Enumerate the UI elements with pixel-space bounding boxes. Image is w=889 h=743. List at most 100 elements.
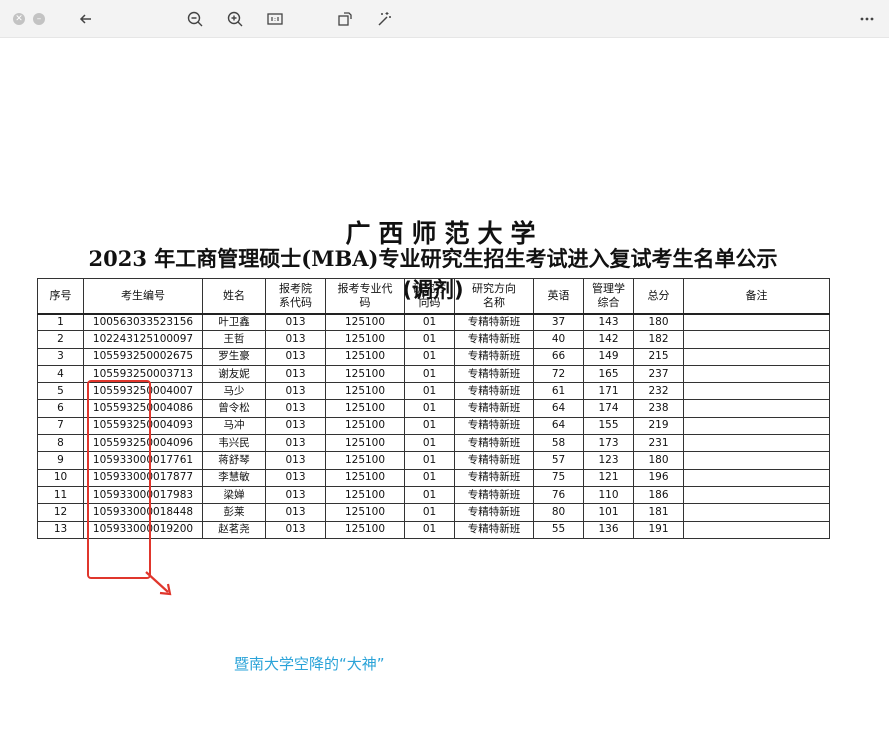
table-cell: 01: [404, 347, 455, 366]
actual-size-icon[interactable]: [265, 9, 285, 29]
table-cell: [683, 399, 830, 418]
close-icon[interactable]: ✕: [13, 13, 25, 25]
list-title: 2023 年工商管理硕士(MBA)专业研究生招生考试进入复试考生名单公示: [88, 246, 778, 271]
table-cell: 专精特新班: [454, 416, 534, 436]
table-row: 2 102243125100097 王哲 013 125100 01 专精特新班 40 142 1…: [37, 330, 830, 349]
table-cell: 143: [583, 312, 634, 332]
table-cell: [683, 468, 830, 487]
table-cell: 191: [633, 520, 684, 539]
table-cell: [683, 485, 830, 505]
column-header: 报考专业代码: [325, 278, 405, 314]
table-cell: 专精特新班: [454, 503, 534, 522]
table-cell: 125100: [325, 364, 405, 384]
table-cell: 1: [37, 312, 84, 332]
table-cell: 174: [583, 399, 634, 418]
table-cell: 3: [37, 347, 84, 366]
more-icon[interactable]: [857, 9, 877, 29]
table-cell: 238: [633, 399, 684, 418]
table-cell: 125100: [325, 312, 405, 332]
table-cell: 101: [583, 503, 634, 522]
table-cell: 40: [533, 330, 584, 349]
table-row: 10 105933000017877 李慧敏 013 125100 01 专精特新班 75 12…: [37, 468, 830, 487]
table-cell: 01: [404, 520, 455, 539]
table-cell: 013: [265, 364, 326, 384]
table-cell: 215: [633, 347, 684, 366]
table-cell: 谢友妮: [202, 364, 266, 384]
table-cell: 罗生豪: [202, 347, 266, 366]
table-cell: 105933000017983: [83, 485, 203, 505]
back-arrow-icon[interactable]: [76, 9, 96, 29]
table-cell: 125100: [325, 503, 405, 522]
table-cell: 105933000019200: [83, 520, 203, 539]
table-cell: [683, 416, 830, 436]
column-header: 报考院 系代码: [265, 278, 326, 314]
table-cell: 01: [404, 382, 455, 401]
table-cell: 75: [533, 468, 584, 487]
table-cell: 125100: [325, 347, 405, 366]
table-cell: 专精特新班: [454, 347, 534, 366]
table-cell: [683, 330, 830, 349]
table-row: 1 100563033523156 叶卫鑫 013 125100 01 专精特新班 37 143…: [37, 312, 830, 332]
table-cell: 01: [404, 468, 455, 487]
table-cell: 105593250004007: [83, 382, 203, 401]
zoom-in-icon[interactable]: [225, 9, 245, 29]
minimize-icon[interactable]: –: [33, 13, 45, 25]
table-cell: 125100: [325, 485, 405, 505]
column-header: 管理学 综合: [583, 278, 634, 314]
table-cell: 马冲: [202, 416, 266, 436]
table-cell: 专精特新班: [454, 330, 534, 349]
zoom-out-icon[interactable]: [185, 9, 205, 29]
table-cell: 72: [533, 364, 584, 384]
table-row: 11 105933000017983 梁婵 013 125100 01 专精特新班 76 110…: [37, 485, 830, 505]
table-cell: 013: [265, 330, 326, 349]
table-cell: 64: [533, 416, 584, 436]
table-cell: [683, 382, 830, 401]
table-row: 12 105933000018448 彭莱 013 125100 01 专精特新班 80 101…: [37, 503, 830, 522]
table-cell: 105593250002675: [83, 347, 203, 366]
table-cell: 182: [633, 330, 684, 349]
table-cell: 64: [533, 399, 584, 418]
annotation-caption: 暨南大学空降的“大神”: [234, 655, 385, 673]
table-cell: 5: [37, 382, 84, 401]
table-cell: 专精特新班: [454, 520, 534, 539]
table-cell: 01: [404, 485, 455, 505]
table-cell: 171: [583, 382, 634, 401]
rotate-icon[interactable]: [335, 9, 355, 29]
table-cell: 013: [265, 347, 326, 366]
table-row: 3 105593250002675 罗生豪 013 125100 01 专精特新班 66 149…: [37, 347, 830, 366]
table-cell: 013: [265, 312, 326, 332]
table-cell: 196: [633, 468, 684, 487]
column-header: 姓名: [202, 278, 266, 314]
table-cell: 专精特新班: [454, 451, 534, 470]
table-cell: [683, 520, 830, 539]
table-cell: 12: [37, 503, 84, 522]
table-cell: 6: [37, 399, 84, 418]
table-cell: 105593250003713: [83, 364, 203, 384]
table-cell: 125100: [325, 434, 405, 453]
table-cell: 专精特新班: [454, 382, 534, 401]
table-cell: 105593250004096: [83, 434, 203, 453]
table-row: 8 105593250004096 韦兴民 013 125100 01 专精特新班 58 173…: [37, 434, 830, 453]
magic-wand-icon[interactable]: [374, 9, 394, 29]
table-cell: 61: [533, 382, 584, 401]
table-cell: 58: [533, 434, 584, 453]
column-header: 备注: [683, 278, 830, 314]
table-cell: 专精特新班: [454, 399, 534, 418]
table-cell: 01: [404, 451, 455, 470]
table-cell: 102243125100097: [83, 330, 203, 349]
table-cell: 173: [583, 434, 634, 453]
table-row: 9 105933000017761 蒋舒琴 013 125100 01 专精特新班 57 123…: [37, 451, 830, 470]
table-cell: 110: [583, 485, 634, 505]
table-cell: 121: [583, 468, 634, 487]
table-cell: 01: [404, 364, 455, 384]
table-cell: 013: [265, 503, 326, 522]
table-cell: 韦兴民: [202, 434, 266, 453]
column-header: 序号: [37, 278, 84, 314]
column-header: 研究方 向码: [404, 278, 455, 314]
table-cell: 013: [265, 485, 326, 505]
table-cell: 100563033523156: [83, 312, 203, 332]
table-cell: 219: [633, 416, 684, 436]
table-cell: 9: [37, 451, 84, 470]
table-cell: 80: [533, 503, 584, 522]
table-cell: 232: [633, 382, 684, 401]
